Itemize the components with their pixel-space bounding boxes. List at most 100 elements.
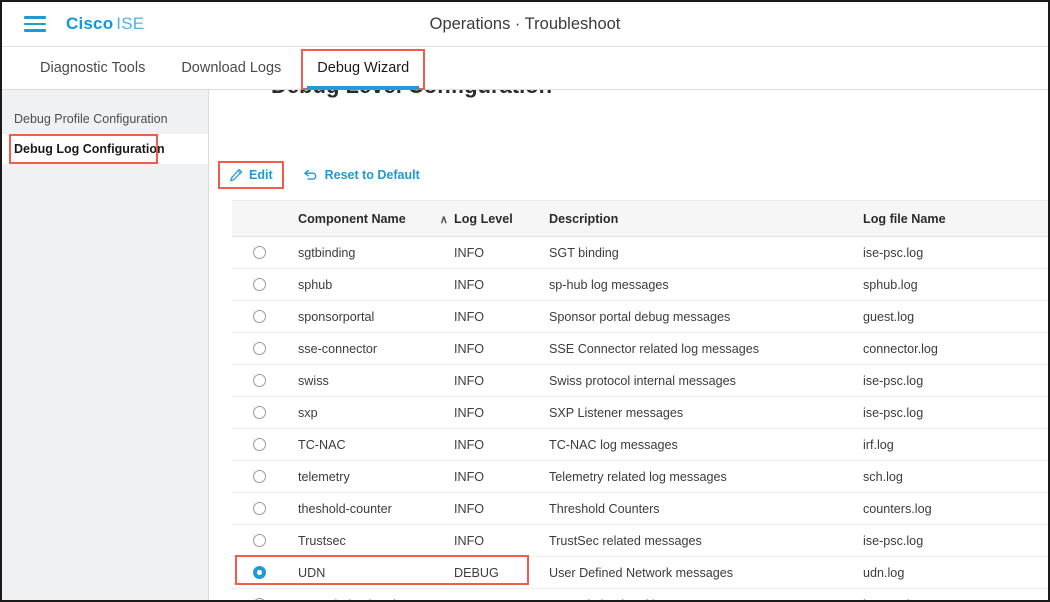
- cell-log-file-name-text: sphub.log: [863, 277, 918, 292]
- hamburger-icon[interactable]: [24, 16, 46, 32]
- cell-log-level: DEBUG: [454, 556, 549, 589]
- cell-log-file-name: sphub.log: [863, 268, 1048, 301]
- cell-description: Threshold Counters: [549, 492, 863, 525]
- sidebar-item-label: Debug Profile Configuration: [14, 112, 168, 126]
- top-bar: Cisco ISE Operations · Troubleshoot: [2, 2, 1048, 47]
- cell-log-file-name: ise-psc.log: [863, 524, 1048, 557]
- column-header-label: Log Level: [454, 211, 513, 226]
- table-body: sgtbinding INFO SGT binding ise-psc.log sphu…: [232, 236, 1048, 601]
- brand-ise: ISE: [116, 14, 145, 33]
- table-row[interactable]: swiss INFO Swiss protocol internal message…: [232, 364, 1048, 397]
- tab-label: Download Logs: [181, 60, 282, 76]
- table-row[interactable]: sponsorportal INFO Sponsor portal debug me…: [232, 300, 1048, 333]
- row-select-radio[interactable]: [232, 492, 291, 525]
- cell-log-level-text: INFO: [454, 469, 485, 484]
- tab-download-logs[interactable]: Download Logs: [163, 47, 299, 89]
- row-select-radio[interactable]: [232, 300, 291, 333]
- cell-log-level-text: DEBUG: [454, 565, 499, 580]
- cell-description-text: Upgrade backend log messages: [549, 598, 730, 601]
- table-row[interactable]: telemetry INFO Telemetry related log messa…: [232, 460, 1048, 493]
- radio-unselected[interactable]: [253, 246, 266, 259]
- radio-unselected[interactable]: [253, 502, 266, 515]
- row-select-radio[interactable]: [232, 588, 291, 600]
- table-row[interactable]: sgtbinding INFO SGT binding ise-psc.log: [232, 236, 1048, 269]
- cell-component-name: theshold-counter: [291, 492, 454, 525]
- edit-button-label: Edit: [249, 168, 273, 182]
- main-panel: Debug Level Configuration Edit: [209, 90, 1048, 601]
- cell-description: sp-hub log messages: [549, 268, 863, 301]
- row-select-radio[interactable]: [232, 364, 291, 397]
- tab-label: Diagnostic Tools: [40, 60, 146, 76]
- row-select-radio[interactable]: [232, 524, 291, 557]
- radio-unselected[interactable]: [253, 406, 266, 419]
- table-row[interactable]: Trustsec INFO TrustSec related messages ise…: [232, 524, 1048, 557]
- row-select-radio[interactable]: [232, 332, 291, 365]
- cell-component-name-text: Trustsec: [298, 533, 346, 548]
- cell-log-file-name-text: ise-psc.log: [863, 533, 924, 548]
- cell-log-file-name-text: sch.log: [863, 469, 903, 484]
- row-select-radio[interactable]: [232, 268, 291, 301]
- cell-description: Upgrade backend log messages: [549, 588, 863, 601]
- table-row[interactable]: sse-connector INFO SSE Connector related l…: [232, 332, 1048, 365]
- column-header-label: Component Name: [298, 211, 406, 226]
- radio-unselected[interactable]: [253, 534, 266, 547]
- radio-unselected[interactable]: [253, 438, 266, 451]
- cell-log-level: INFO: [454, 300, 549, 333]
- radio-unselected[interactable]: [253, 342, 266, 355]
- sidebar-item-debug-log-configuration[interactable]: Debug Log Configuration: [2, 134, 208, 164]
- row-select-radio[interactable]: [232, 236, 291, 269]
- cell-description-text: User Defined Network messages: [549, 565, 734, 580]
- radio-selected[interactable]: [253, 566, 266, 579]
- cell-log-file-name: ise-psc.log: [863, 588, 1048, 600]
- reset-to-default-button[interactable]: Reset to Default: [295, 164, 428, 186]
- tab-debug-wizard[interactable]: Debug Wizard: [299, 47, 427, 90]
- radio-unselected[interactable]: [253, 598, 266, 600]
- column-header-component-name[interactable]: Component Name ∧: [291, 200, 454, 237]
- table-toolbar: Edit Reset to Default: [218, 161, 428, 189]
- table-row[interactable]: UDN DEBUG User Defined Network messages udn…: [232, 556, 1048, 589]
- cell-description-text: Sponsor portal debug messages: [549, 309, 731, 324]
- debug-log-table-container[interactable]: Component Name ∧ Log Level Description Lo…: [232, 200, 1048, 601]
- row-select-radio[interactable]: [232, 396, 291, 429]
- table-row[interactable]: upgrade-backend INFO Upgrade backend log m…: [232, 588, 1048, 601]
- column-header-log-file-name[interactable]: Log file Name: [863, 200, 1048, 237]
- sidebar-item-debug-profile-configuration[interactable]: Debug Profile Configuration: [2, 104, 208, 134]
- cell-log-file-name-text: counters.log: [863, 501, 932, 516]
- cell-log-level-text: INFO: [454, 598, 484, 601]
- radio-unselected[interactable]: [253, 470, 266, 483]
- sort-ascending-icon[interactable]: ∧: [440, 213, 448, 226]
- cell-component-name-text: UDN: [298, 565, 326, 580]
- cell-description: Telemetry related log messages: [549, 460, 863, 493]
- tab-diagnostic-tools[interactable]: Diagnostic Tools: [22, 47, 163, 89]
- cell-log-level-text: INFO: [454, 309, 485, 324]
- column-header-log-level[interactable]: Log Level: [454, 200, 549, 237]
- radio-unselected[interactable]: [253, 310, 266, 323]
- row-select-radio[interactable]: [232, 556, 291, 589]
- cell-log-level-text: INFO: [454, 405, 485, 420]
- radio-unselected[interactable]: [253, 278, 266, 291]
- cell-log-file-name: ise-psc.log: [863, 236, 1048, 269]
- table-row[interactable]: theshold-counter INFO Threshold Counters co…: [232, 492, 1048, 525]
- cell-log-file-name: ise-psc.log: [863, 396, 1048, 429]
- table-row[interactable]: sphub INFO sp-hub log messages sphub.log: [232, 268, 1048, 301]
- column-header-description[interactable]: Description: [549, 200, 863, 237]
- edit-button[interactable]: Edit: [218, 161, 284, 189]
- cell-log-level: INFO: [454, 332, 549, 365]
- radio-unselected[interactable]: [253, 374, 266, 387]
- cell-component-name-text: swiss: [298, 373, 329, 388]
- table-row[interactable]: sxp INFO SXP Listener messages ise-psc.log: [232, 396, 1048, 429]
- cell-description-text: Swiss protocol internal messages: [549, 373, 736, 388]
- row-select-radio[interactable]: [232, 428, 291, 461]
- sidebar: Debug Profile Configuration Debug Log Co…: [2, 90, 209, 600]
- table-row[interactable]: TC-NAC INFO TC-NAC log messages irf.log: [232, 428, 1048, 461]
- cell-component-name-text: TC-NAC: [298, 437, 346, 452]
- cell-log-file-name: connector.log: [863, 332, 1048, 365]
- table-header: Component Name ∧ Log Level Description Lo…: [232, 200, 1048, 237]
- cell-component-name: Trustsec: [291, 524, 454, 557]
- cell-description: User Defined Network messages: [549, 556, 863, 589]
- cell-description-text: SGT binding: [549, 245, 619, 260]
- row-select-radio[interactable]: [232, 460, 291, 493]
- brand-cisco: Cisco: [66, 14, 114, 33]
- cell-component-name-text: upgrade-backend: [298, 598, 396, 601]
- cisco-ise-logo[interactable]: Cisco ISE: [66, 14, 144, 34]
